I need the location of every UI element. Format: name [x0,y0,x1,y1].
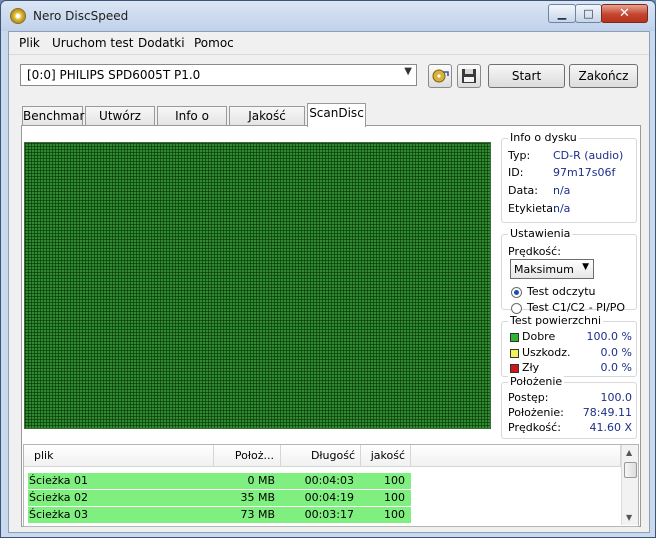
disc-label-label: Etykieta: [508,202,557,215]
tab-info-o-dysku[interactable]: Info o dysku [157,106,227,141]
date-value: n/a [553,184,571,197]
save-button[interactable] [457,64,481,88]
scandisc-page: Info o dysku Typ: CD-R (audio) ID: 97m17… [21,125,641,527]
damaged-legend-swatch [510,349,519,358]
track-length: 00:04:03 [304,474,354,487]
track-row[interactable]: Ścieżka 02 35 MB 00:04:19 100 [28,490,411,506]
progress-label: Postęp: [508,391,549,404]
date-label: Data: [508,184,538,197]
radio-c1c2-test-label: Test C1/C2 - PI/PO [527,301,626,314]
disc-label-value: n/a [553,202,571,215]
track-position: 73 MB [240,508,275,521]
disc-info-group: Info o dysku Typ: CD-R (audio) ID: 97m17… [501,131,637,223]
track-name: Ścieżka 03 [29,508,89,521]
id-label: ID: [508,166,524,179]
track-quality: 100 [384,474,405,487]
speed-select-value: Maksimum [514,263,574,276]
track-row[interactable]: Ścieżka 03 73 MB 00:03:17 100 [28,507,411,523]
good-legend-swatch [510,333,519,342]
bad-label: Zły [522,361,540,374]
window-title: Nero DiscSpeed [33,9,129,23]
eject-disc-button[interactable] [428,64,452,88]
column-header-length[interactable]: Długość [281,445,361,467]
close-button[interactable]: ✕ [601,4,648,23]
speed-select[interactable]: Maksimum ▼ [510,259,594,279]
chevron-down-icon: ▼ [582,262,589,272]
column-header-file[interactable]: plik [24,445,214,467]
column-header-filler [411,445,621,467]
bad-value: 0.0 % [600,361,632,374]
minimize-button[interactable]: ▁ [548,4,576,23]
tab-utworz-dysk[interactable]: Utwórz dysk [85,106,155,141]
track-length: 00:03:17 [304,508,354,521]
scroll-up-icon[interactable]: ▲ [626,448,632,457]
menu-bar: Plik Uruchom test Dodatki Pomoc [9,32,649,55]
position-label: Położenie: [508,406,564,419]
track-length: 00:04:19 [304,491,354,504]
track-list[interactable]: plik Położ... Długość jakość Ścieżka 01 … [23,444,639,527]
menu-dodatki[interactable]: Dodatki [138,36,185,50]
settings-group: Ustawienia Prędkość: Maksimum ▼ Test odc… [501,227,637,314]
scroll-down-icon[interactable]: ▼ [626,513,632,522]
surface-scan-grid [24,142,491,429]
column-header-position[interactable]: Położ... [214,445,281,467]
disc-info-title: Info o dysku [508,131,579,144]
position-title: Położenie [508,375,565,388]
progress-value: 100.0 [600,391,633,404]
exit-button[interactable]: Zakończ [569,64,638,88]
type-value: CD-R (audio) [553,149,624,162]
floppy-save-icon [462,69,476,83]
type-label: Typ: [508,149,531,162]
radio-read-test[interactable] [511,287,522,298]
radio-c1c2-test[interactable] [511,303,522,314]
track-position: 35 MB [240,491,275,504]
surface-test-group: Test powierzchni Dobre 100.0 % Uszkodz. … [501,314,637,377]
chevron-down-icon: ▼ [404,66,412,77]
damaged-label: Uszkodz. [522,346,571,359]
tab-scandisc[interactable]: ScanDisc [307,103,366,127]
track-name: Ścieżka 01 [29,474,89,487]
menu-plik[interactable]: Plik [19,36,40,50]
disc-eject-icon [432,69,449,83]
track-row[interactable]: Ścieżka 01 0 MB 00:04:03 100 [28,473,411,489]
menu-pomoc[interactable]: Pomoc [194,36,234,50]
drive-select[interactable]: [0:0] PHILIPS SPD6005T P1.0 ▼ [20,64,417,86]
track-quality: 100 [384,508,405,521]
bad-legend-swatch [510,364,519,373]
tab-jakosc-dysku[interactable]: Jakość dysku [229,106,305,141]
nero-disc-icon [10,8,26,24]
good-label: Dobre [522,330,556,343]
position-group: Położenie Postęp: 100.0 Położenie: 78:49… [501,375,637,439]
app-window: Nero DiscSpeed ▁ □ ✕ Plik Uruchom test D… [0,0,656,538]
read-speed-label: Prędkość: [508,421,561,434]
good-value: 100.0 % [586,330,632,343]
surface-test-title: Test powierzchni [508,314,604,327]
vertical-scrollbar[interactable]: ▲ ▼ [621,445,638,525]
track-name: Ścieżka 02 [29,491,89,504]
position-value: 78:49.11 [582,406,632,419]
id-value: 97m17s06f [553,166,616,179]
read-speed-value: 41.60 X [589,421,632,434]
client-area: Plik Uruchom test Dodatki Pomoc [0:0] PH… [8,31,650,533]
scroll-thumb[interactable] [624,462,637,478]
speed-setting-label: Prędkość: [508,245,561,258]
start-button[interactable]: Start [488,64,565,88]
settings-title: Ustawienia [508,227,573,240]
drive-select-value: [0:0] PHILIPS SPD6005T P1.0 [27,68,201,82]
tab-benchmark[interactable]: Benchmark [22,106,91,126]
radio-read-test-label: Test odczytu [527,285,596,298]
menu-uruchom-test[interactable]: Uruchom test [52,36,133,50]
damaged-value: 0.0 % [600,346,632,359]
track-quality: 100 [384,491,405,504]
track-position: 0 MB [247,474,275,487]
column-header-quality[interactable]: jakość [361,445,411,467]
title-bar[interactable]: Nero DiscSpeed ▁ □ ✕ [1,1,655,31]
maximize-button[interactable]: □ [575,4,602,23]
